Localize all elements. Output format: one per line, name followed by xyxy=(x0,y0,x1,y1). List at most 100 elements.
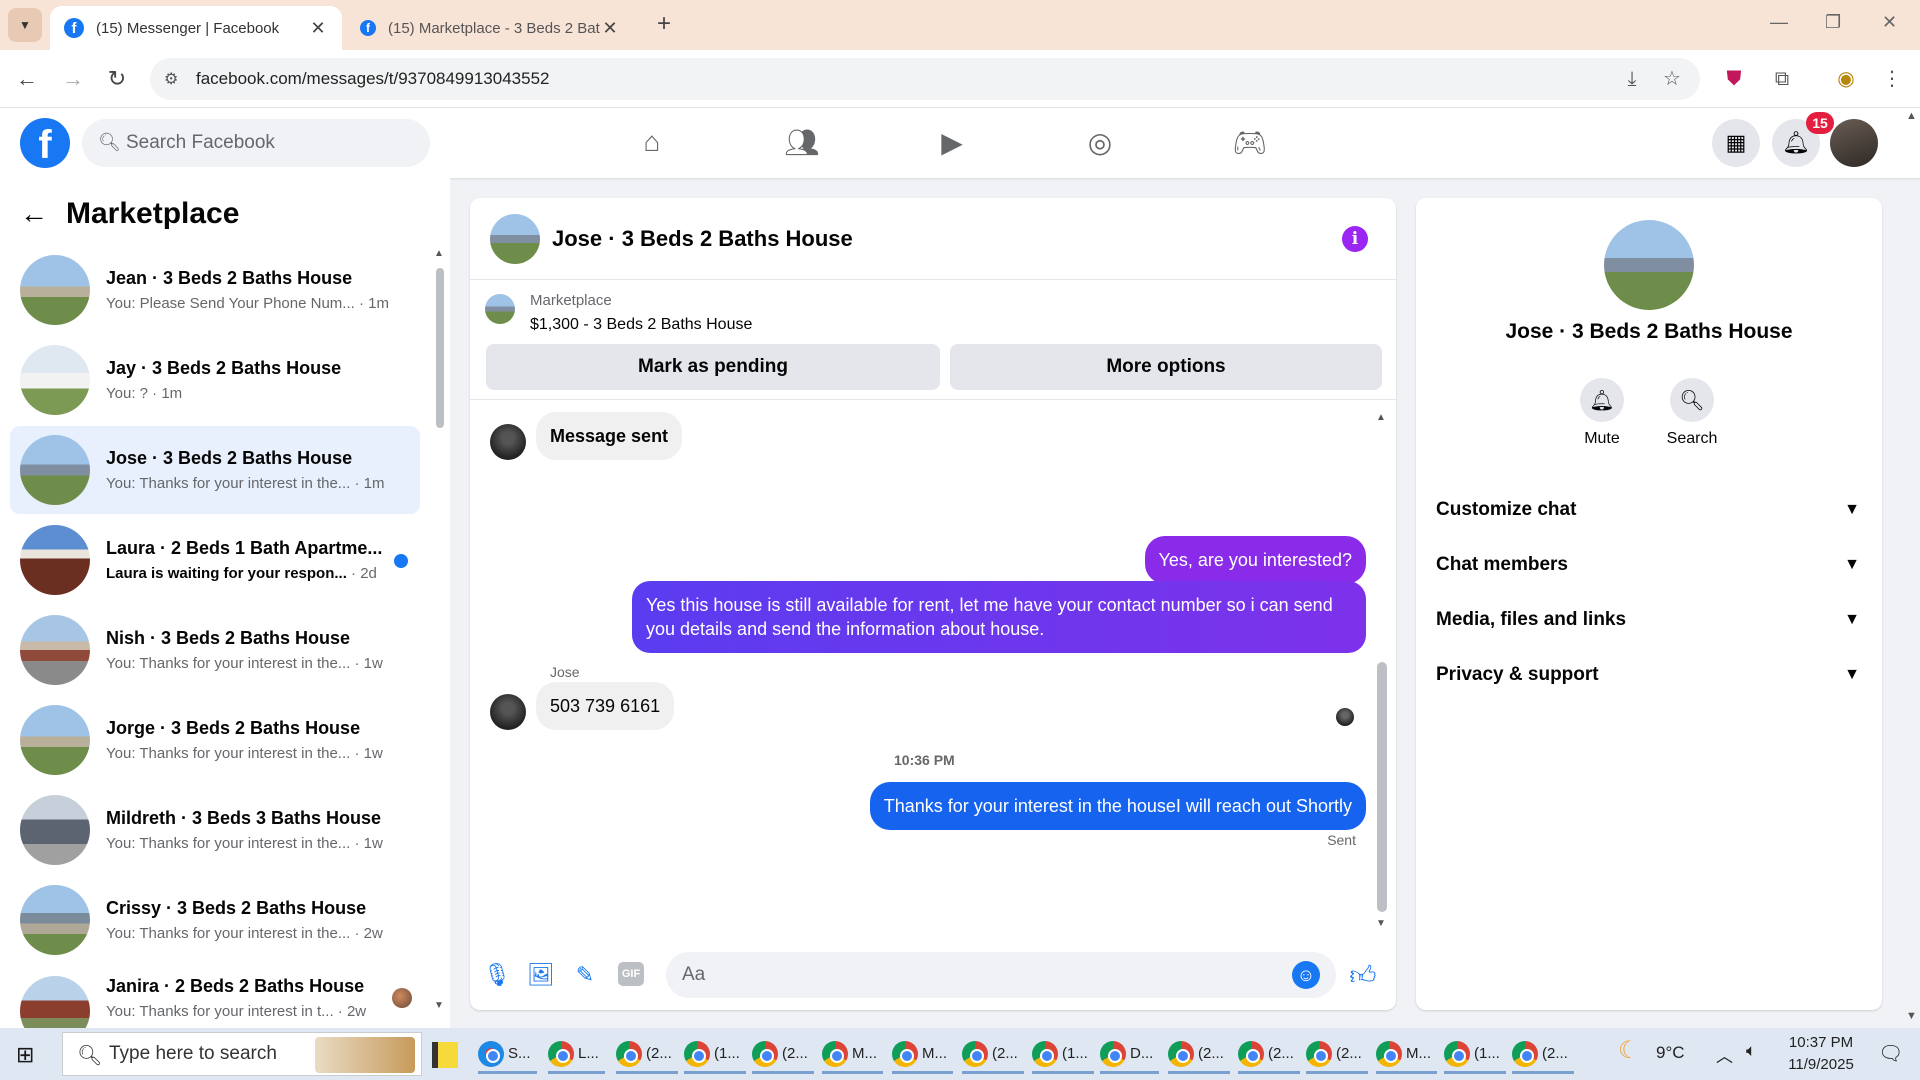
taskbar-app[interactable]: (2... xyxy=(1168,1036,1230,1074)
chat-scrollbar[interactable]: ▲ ▼ xyxy=(1376,412,1388,932)
info-icon[interactable]: i xyxy=(1342,226,1368,252)
extensions-puzzle-icon[interactable]: ⧉ xyxy=(1766,63,1798,95)
tab-messenger[interactable]: f (15) Messenger | Facebook ✕ xyxy=(50,6,342,50)
listing-title[interactable]: $1,300 - 3 Beds 2 Baths House xyxy=(530,316,752,334)
gif-button[interactable]: GIF xyxy=(618,962,644,986)
taskbar-app[interactable]: (2... xyxy=(1306,1036,1368,1074)
facebook-logo[interactable]: f xyxy=(20,118,70,168)
close-window-icon[interactable]: ✕ xyxy=(1882,12,1897,33)
scrollbar-thumb[interactable] xyxy=(1377,662,1387,912)
mark-as-pending-button[interactable]: Mark as pending xyxy=(486,344,940,390)
scroll-up-icon[interactable]: ▲ xyxy=(434,248,444,259)
chat-title[interactable]: Jose · 3 Beds 2 Baths House xyxy=(552,226,853,252)
search-conversation-button[interactable]: 🔍︎ Search xyxy=(1652,378,1732,448)
conversation-item[interactable]: Mildreth · 3 Beds 3 Baths House You: Tha… xyxy=(10,786,420,874)
browser-tab-strip: ▼ f (15) Messenger | Facebook ✕ f (15) M… xyxy=(0,0,1920,50)
taskbar-app[interactable]: M... xyxy=(822,1036,883,1074)
message-input[interactable]: Aa ☺ xyxy=(666,952,1336,998)
taskbar-app[interactable]: (2... xyxy=(962,1036,1024,1074)
taskbar-app[interactable]: D... xyxy=(1100,1036,1160,1074)
scroll-down-icon[interactable]: ▼ xyxy=(1906,1010,1917,1022)
sidebar-scrollbar[interactable]: ▲ ▼ xyxy=(434,248,444,1018)
taskbar-search-input[interactable]: 🔍︎ Type here to search xyxy=(62,1032,422,1076)
conversation-item[interactable]: Crissy · 3 Beds 2 Baths House You: Thank… xyxy=(10,876,420,964)
image-icon[interactable]: 🖼︎ xyxy=(526,960,556,990)
system-clock[interactable]: 10:37 PM 11/9/2025 xyxy=(1776,1032,1866,1076)
taskbar-app[interactable]: M... xyxy=(892,1036,953,1074)
customize-chat-section[interactable]: Customize chat ▼ xyxy=(1436,490,1860,530)
reload-icon[interactable]: ↻ xyxy=(100,62,134,96)
address-bar[interactable]: ⚙ facebook.com/messages/t/93708499130435… xyxy=(150,58,1700,100)
conversation-item[interactable]: Jay · 3 Beds 2 Baths House You: ? · 1m xyxy=(10,336,420,424)
taskbar-app[interactable]: (2... xyxy=(1512,1036,1574,1074)
scroll-up-icon[interactable]: ▲ xyxy=(1376,412,1386,423)
site-settings-icon[interactable]: ⚙ xyxy=(164,69,184,89)
extension-shield-icon[interactable]: ⛊ xyxy=(1718,63,1750,95)
scrollbar-thumb[interactable] xyxy=(436,268,444,428)
taskbar-app[interactable]: (2... xyxy=(752,1036,814,1074)
home-icon[interactable]: ⌂ xyxy=(632,126,672,162)
mute-label: Mute xyxy=(1584,430,1620,447)
account-avatar[interactable] xyxy=(1830,119,1878,167)
groups-icon[interactable]: ◎ xyxy=(1080,126,1120,162)
taskbar-app[interactable]: M... xyxy=(1376,1036,1437,1074)
taskbar-app[interactable]: (1... xyxy=(1032,1036,1094,1074)
back-arrow-icon[interactable]: ← xyxy=(20,198,48,230)
more-options-button[interactable]: More options xyxy=(950,344,1382,390)
tab-search-button[interactable]: ▼ xyxy=(8,8,42,42)
notifications-center-icon[interactable]: 🗨︎ xyxy=(1878,1041,1903,1066)
friends-icon[interactable]: 👥︎ xyxy=(782,126,822,162)
taskbar-app[interactable]: (2... xyxy=(616,1036,678,1074)
conversation-item[interactable]: Jorge · 3 Beds 2 Baths House You: Thanks… xyxy=(10,696,420,784)
bookmark-star-icon[interactable]: ☆ xyxy=(1656,63,1688,95)
menu-grid-button[interactable]: ▦ xyxy=(1712,119,1760,167)
conversation-item[interactable]: Nish · 3 Beds 2 Baths House You: Thanks … xyxy=(10,606,420,694)
chevron-down-icon: ▼ xyxy=(1844,611,1860,628)
chat-avatar[interactable] xyxy=(490,213,540,264)
chevron-up-icon[interactable]: ︿ xyxy=(1716,1042,1733,1067)
details-avatar xyxy=(1604,220,1694,310)
taskbar-app[interactable]: S... xyxy=(478,1036,537,1074)
gaming-icon[interactable]: 🎮︎ xyxy=(1230,126,1270,162)
browser-menu-icon[interactable]: ⋮ xyxy=(1876,63,1908,95)
facebook-search-input[interactable]: 🔍︎ Search Facebook xyxy=(82,119,430,167)
close-tab-icon[interactable]: ✕ xyxy=(600,18,620,39)
sticky-notes-app[interactable] xyxy=(432,1036,464,1074)
new-tab-button[interactable]: + xyxy=(650,10,678,40)
restore-icon[interactable]: ❐ xyxy=(1825,12,1841,33)
thumbs-up-icon[interactable]: 👍︎ xyxy=(1348,960,1378,990)
weather-icon[interactable]: ☾ xyxy=(1618,1036,1640,1065)
chat-members-section[interactable]: Chat members ▼ xyxy=(1436,545,1860,585)
tab-marketplace[interactable]: f (15) Marketplace - 3 Beds 2 Bat ✕ xyxy=(346,6,634,50)
install-app-icon[interactable]: ⤓ xyxy=(1616,63,1648,95)
sticker-icon[interactable]: ✎ xyxy=(570,960,600,990)
weather-temperature[interactable]: 9°C xyxy=(1656,1043,1685,1063)
back-icon[interactable]: ← xyxy=(10,62,44,96)
taskbar-app[interactable]: L... xyxy=(548,1036,605,1074)
taskbar-app[interactable]: (1... xyxy=(1444,1036,1506,1074)
mute-button[interactable]: 🔔︎ Mute xyxy=(1562,378,1642,448)
forward-icon[interactable]: → xyxy=(56,62,90,96)
media-files-links-section[interactable]: Media, files and links ▼ xyxy=(1436,600,1860,640)
microphone-icon[interactable]: 🎙︎ xyxy=(482,960,512,990)
privacy-support-section[interactable]: Privacy & support ▼ xyxy=(1436,655,1860,695)
conversation-item[interactable]: Jean · 3 Beds 2 Baths House You: Please … xyxy=(10,246,420,334)
taskbar-app[interactable]: (2... xyxy=(1238,1036,1300,1074)
close-tab-icon[interactable]: ✕ xyxy=(308,18,328,39)
video-icon[interactable]: ▶ xyxy=(932,126,972,162)
conversation-item[interactable]: Janira · 2 Beds 2 Baths House You: Thank… xyxy=(10,966,420,1028)
windows-start-icon[interactable]: ⊞ xyxy=(16,1042,34,1068)
taskbar-app[interactable]: (1... xyxy=(684,1036,746,1074)
scroll-down-icon[interactable]: ▼ xyxy=(434,1000,444,1011)
house-thumbnail xyxy=(20,705,90,775)
scroll-down-icon[interactable]: ▼ xyxy=(1376,918,1386,929)
page-scrollbar[interactable]: ▲ ▼ xyxy=(1902,110,1920,1030)
emoji-icon[interactable]: ☺ xyxy=(1292,961,1320,989)
url-text: facebook.com/messages/t/9370849913043552 xyxy=(196,69,550,88)
conversation-item[interactable]: Laura · 2 Beds 1 Bath Apartme... Laura i… xyxy=(10,516,420,604)
profile-icon[interactable]: ◉ xyxy=(1830,63,1862,95)
conversation-item-selected[interactable]: Jose · 3 Beds 2 Baths House You: Thanks … xyxy=(10,426,420,514)
scroll-up-icon[interactable]: ▲ xyxy=(1906,110,1917,122)
minimize-icon[interactable]: — xyxy=(1770,12,1788,33)
speaker-icon[interactable]: 🔈︎ xyxy=(1746,1041,1756,1061)
